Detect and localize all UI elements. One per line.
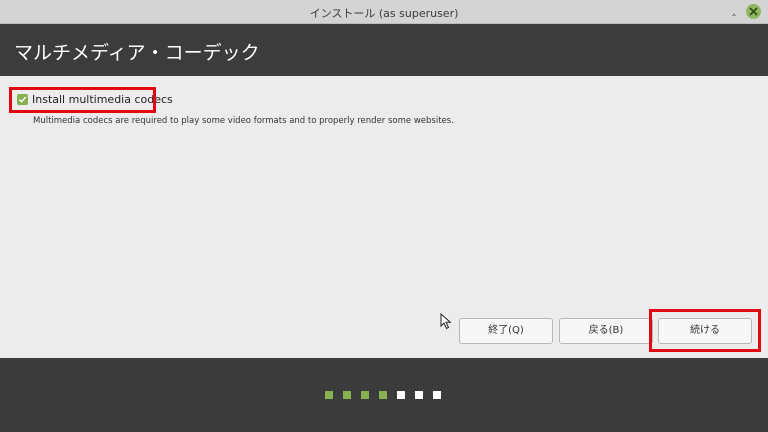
progress-indicator: [325, 391, 445, 400]
progress-dot-pending: [415, 391, 423, 399]
annotation-highlight-checkbox: [9, 87, 156, 113]
progress-dot-pending: [433, 391, 441, 399]
progress-dot-complete: [325, 391, 333, 399]
page-title: マルチメディア・コーデック: [14, 42, 260, 64]
mouse-pointer-icon: [440, 313, 452, 330]
page-header: マルチメディア・コーデック: [0, 24, 768, 76]
progress-dot-complete: [343, 391, 351, 399]
window-titlebar: インストール (as superuser) ‸: [0, 0, 768, 24]
window-title: インストール (as superuser): [309, 7, 459, 20]
minimize-icon: ‸: [731, 2, 737, 16]
progress-dot-complete: [361, 391, 369, 399]
back-button[interactable]: 戻る(B): [559, 318, 653, 344]
quit-button[interactable]: 終了(Q): [459, 318, 553, 344]
progress-dot-complete: [379, 391, 387, 399]
annotation-highlight-continue: [649, 309, 761, 352]
close-button[interactable]: [746, 4, 761, 19]
minimize-button[interactable]: ‸: [727, 2, 741, 18]
progress-dot-pending: [397, 391, 405, 399]
close-icon: [749, 7, 758, 16]
codecs-description: Multimedia codecs are required to play s…: [33, 116, 454, 126]
